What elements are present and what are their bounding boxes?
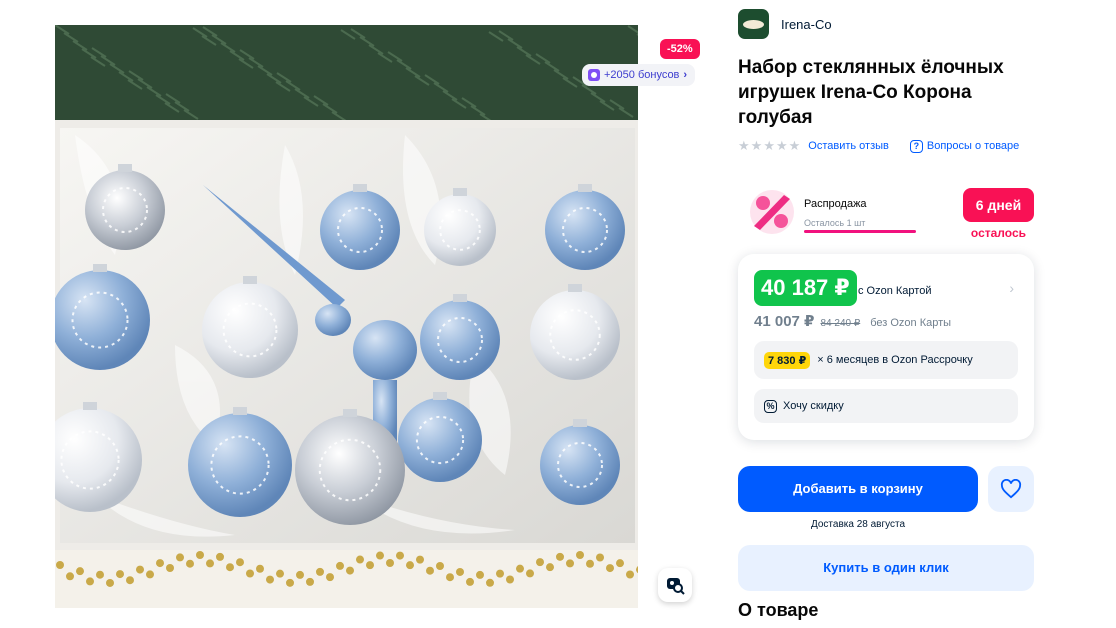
brand-name: Irena-Co — [781, 16, 832, 32]
questions-link[interactable]: ? Вопросы о товаре — [909, 139, 1020, 153]
price-card: 40 187 ₽ с Ozon Картой › 41 007 ₽ 84 240… — [738, 254, 1034, 440]
star-icon: ★ — [788, 138, 801, 153]
days-left-label: осталось — [970, 226, 1026, 240]
brand[interactable]: Irena-Co — [738, 9, 832, 39]
regular-price: 41 007 ₽ — [754, 313, 815, 330]
days-left-badge: 6 дней — [963, 188, 1034, 222]
sale-title: Распродажа — [804, 198, 867, 210]
product-image[interactable] — [55, 25, 638, 608]
star-icon: ★ — [763, 138, 775, 153]
installment-price: 7 830 ₽ — [764, 351, 811, 369]
sale-progress-bar — [804, 230, 916, 233]
want-discount-option[interactable]: % Хочу скидку — [754, 389, 1018, 423]
bonus-coin-icon — [588, 69, 600, 81]
bonus-text: +2050 бонусов — [604, 69, 680, 81]
bonus-chip[interactable]: +2050 бонусов › — [582, 64, 696, 86]
image-search-icon — [667, 578, 685, 595]
chevron-right-icon: › — [683, 69, 688, 81]
ozon-card-label: с Ozon Картой — [858, 285, 932, 297]
favorite-button[interactable] — [988, 466, 1034, 512]
star-icon: ★ — [750, 138, 763, 153]
about-section-heading: О товаре — [738, 600, 819, 620]
heart-icon — [1000, 479, 1022, 499]
product-title: Набор стеклянных ёлочных игрушек Irena-C… — [738, 57, 1004, 128]
percent-icon — [750, 190, 794, 234]
chevron-right-icon[interactable]: › — [1009, 280, 1014, 296]
questions-link-label: Вопросы о товаре — [926, 140, 1020, 152]
buy-one-click-button[interactable]: Купить в один клик — [738, 545, 1034, 591]
discount-badge: -52% — [660, 39, 700, 59]
regular-price-label: без Ozon Карты — [870, 317, 952, 329]
star-icon: ★ — [738, 138, 750, 153]
image-search-button[interactable] — [658, 568, 692, 602]
question-icon: ? — [909, 139, 923, 153]
star-icon: ★ — [775, 138, 788, 153]
brand-logo — [738, 9, 769, 39]
installment-text: × 6 месяцев в Ozon Рассрочку — [817, 354, 973, 366]
sale-banner[interactable]: Распродажа Осталось 1 шт 6 дней осталось — [748, 188, 1034, 240]
rating-row: ★ ★ ★ ★ ★ Оставить отзыв ? Вопросы о тов… — [738, 139, 1019, 153]
discount-icon: % — [764, 399, 777, 413]
sale-remaining: Осталось 1 шт — [804, 218, 866, 228]
leave-review-link[interactable]: Оставить отзыв — [808, 140, 889, 152]
want-discount-label: Хочу скидку — [783, 400, 844, 412]
ozon-card-price[interactable]: 40 187 ₽ — [754, 270, 857, 306]
add-to-cart-button[interactable]: Добавить в корзину — [738, 466, 978, 512]
rating-stars: ★ ★ ★ ★ ★ — [738, 139, 800, 153]
old-price: 84 240 ₽ — [820, 318, 861, 329]
product-photo-art — [55, 25, 638, 608]
delivery-date: Доставка 28 августа — [810, 519, 906, 530]
installment-option[interactable]: 7 830 ₽ × 6 месяцев в Ozon Рассрочку — [754, 341, 1018, 379]
regular-price-row: 41 007 ₽ 84 240 ₽ без Ozon Карты — [754, 312, 951, 330]
